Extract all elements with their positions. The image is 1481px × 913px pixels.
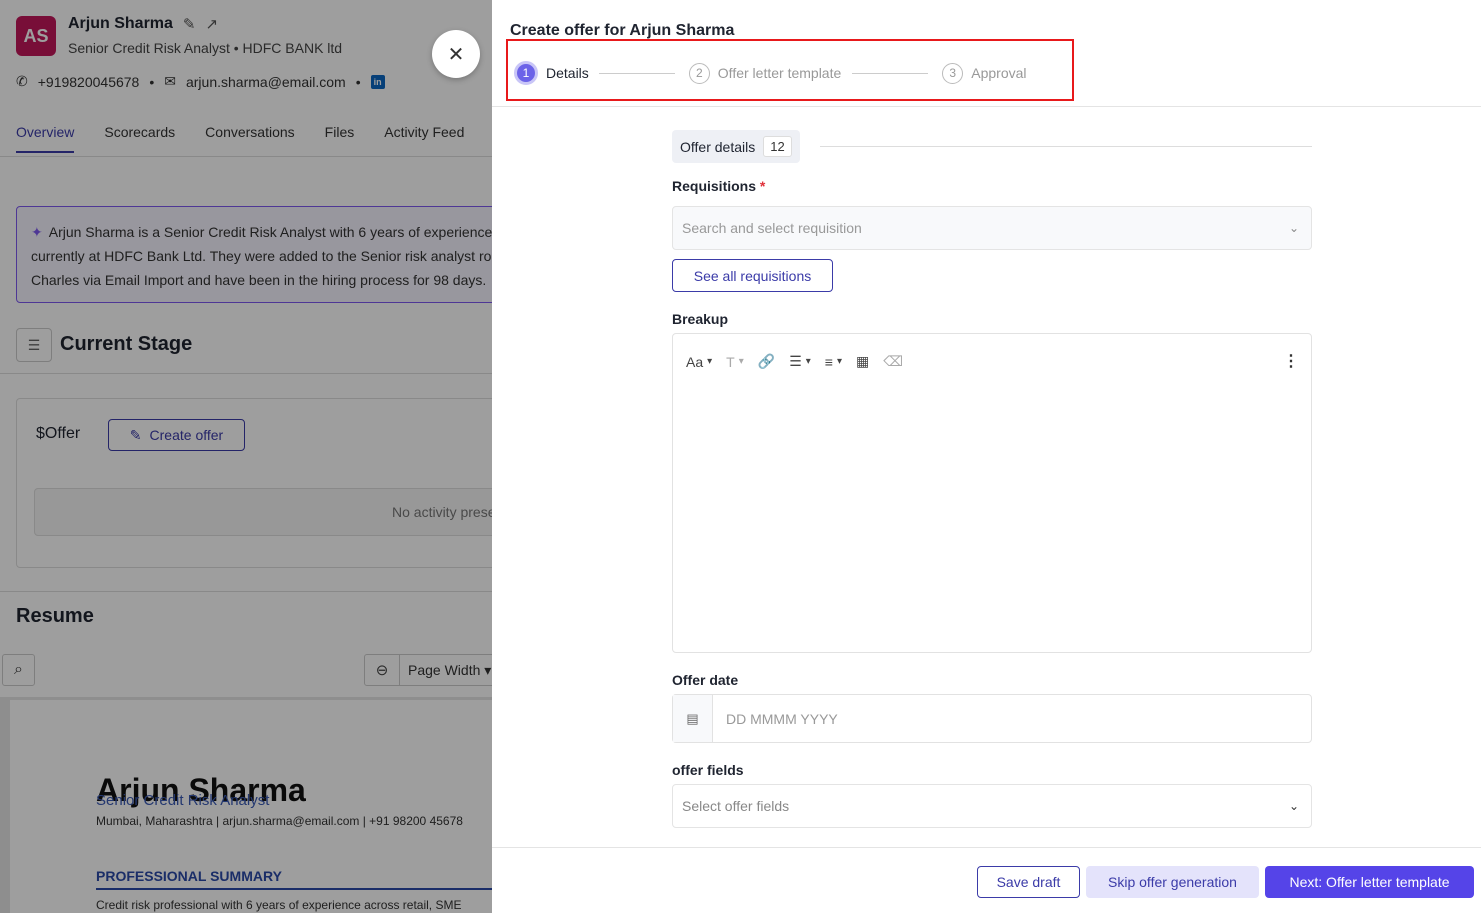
chevron-down-icon: ▾	[836, 356, 842, 367]
chevron-down-icon: ▾	[738, 356, 744, 367]
skip-offer-generation-button[interactable]: Skip offer generation	[1086, 866, 1259, 898]
close-icon[interactable]: ✕	[432, 30, 480, 78]
required-marker: *	[759, 178, 766, 194]
stepper-highlight	[506, 39, 1074, 101]
editor-toolbar: Aa ▾ T ▾ 🔗 ☰ ▾ ≡ ▾ ▦ ⌫	[686, 353, 903, 370]
chevron-down-icon: ▾	[805, 356, 811, 367]
table-icon[interactable]: ▦	[856, 353, 869, 370]
divider	[492, 847, 1481, 848]
modal-backdrop[interactable]	[0, 0, 492, 913]
font-size-dropdown[interactable]: Aa ▾	[686, 354, 712, 370]
text-icon: T	[726, 353, 735, 370]
requisition-select[interactable]: Search and select requisition ⌄	[672, 206, 1312, 250]
calendar-icon[interactable]: ▤	[673, 695, 713, 742]
align-icon: ≡	[824, 353, 833, 370]
divider	[492, 106, 1481, 107]
see-all-requisitions-button[interactable]: See all requisitions	[672, 259, 833, 292]
chevron-down-icon: ⌄	[1288, 799, 1299, 813]
text-style-dropdown[interactable]: T ▾	[726, 354, 744, 370]
chevron-down-icon: ⌄	[1288, 221, 1299, 235]
divider	[820, 146, 1312, 147]
offer-fields-select[interactable]: Select offer fields ⌄	[672, 784, 1312, 828]
field-count-badge: 12	[763, 136, 792, 157]
align-dropdown[interactable]: ≡ ▾	[825, 354, 842, 370]
link-icon[interactable]: 🔗	[758, 353, 775, 370]
chevron-down-icon: ▾	[707, 356, 713, 367]
offer-date-field[interactable]: ▤ DD MMMM YYYY	[672, 694, 1312, 743]
offer-details-section: Offer details 12	[672, 130, 800, 163]
offer-fields-label: offer fields	[672, 762, 744, 778]
list-dropdown[interactable]: ☰ ▾	[789, 353, 811, 370]
breakup-editor[interactable]: Aa ▾ T ▾ 🔗 ☰ ▾ ≡ ▾ ▦ ⌫ ⋮	[672, 333, 1312, 653]
section-label: Offer details	[680, 138, 756, 155]
offer-date-label: Offer date	[672, 672, 739, 688]
save-draft-button[interactable]: Save draft	[977, 866, 1080, 898]
create-offer-drawer: Create offer for Arjun Sharma 1 Details …	[492, 0, 1481, 913]
next-offer-letter-template-button[interactable]: Next: Offer letter template	[1265, 866, 1474, 898]
list-icon: ☰	[789, 353, 802, 369]
more-options-icon[interactable]: ⋮	[1283, 351, 1299, 371]
breakup-label: Breakup	[672, 311, 729, 327]
requisitions-label: Requisitions *	[672, 178, 766, 194]
offer-date-input[interactable]: DD MMMM YYYY	[713, 695, 838, 742]
drawer-title: Create offer for Arjun Sharma	[510, 22, 735, 39]
eraser-icon[interactable]: ⌫	[883, 353, 903, 370]
